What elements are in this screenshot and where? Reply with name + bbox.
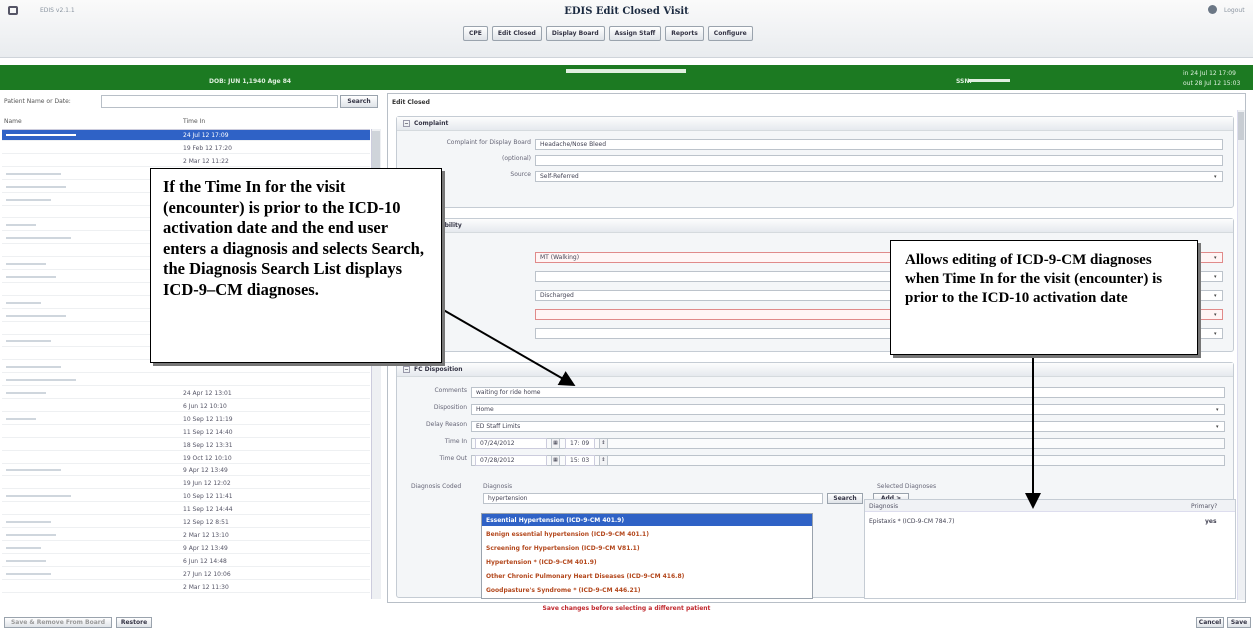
arrow-to-search-list xyxy=(439,307,576,386)
callout-edit-icd9: Allows editing of ICD-9-CM diagnoses whe… xyxy=(890,240,1198,355)
callout-search-list: If the Time In for the visit (encounter)… xyxy=(150,168,442,363)
